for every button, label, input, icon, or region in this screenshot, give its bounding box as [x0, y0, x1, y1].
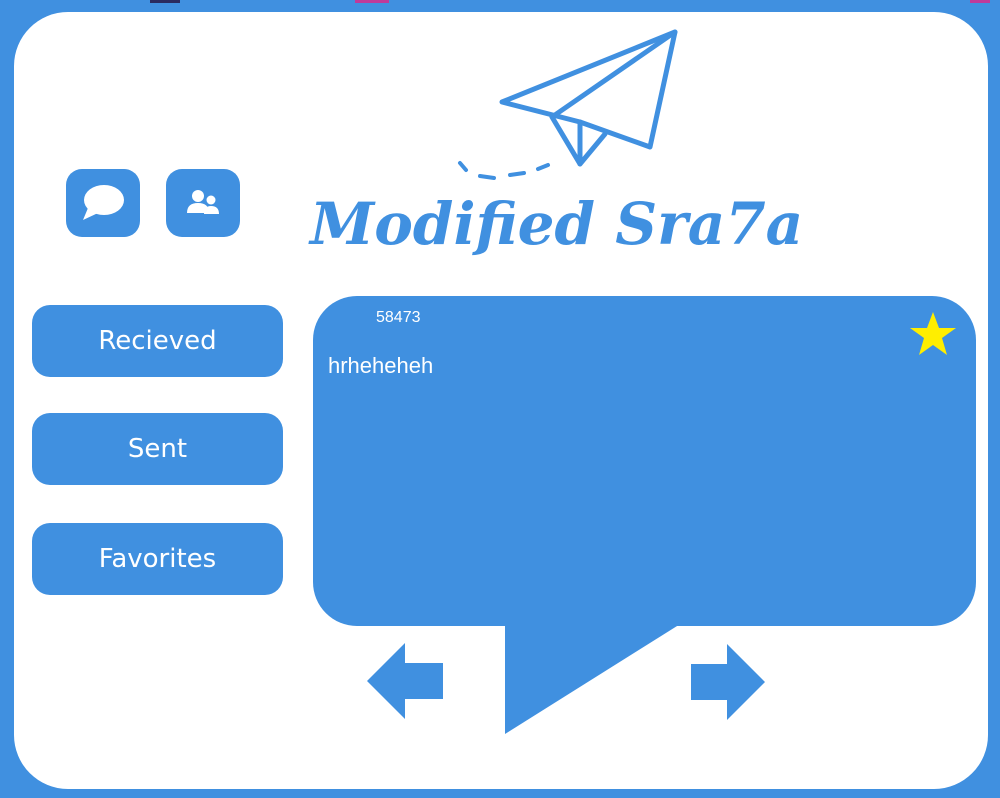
top-edge-marks	[150, 0, 990, 3]
users-icon	[187, 190, 219, 214]
plane-trail	[458, 161, 550, 180]
app-logo: Modified Sra7a	[308, 29, 803, 258]
paper-plane-icon	[499, 29, 678, 167]
received-button[interactable]: Recieved	[32, 305, 283, 377]
favorite-star-icon[interactable]	[908, 310, 958, 360]
app-title: Modified Sra7a	[308, 190, 803, 258]
chat-bubble-icon	[83, 185, 124, 220]
message-text: hrheheheh	[328, 353, 434, 378]
sent-button[interactable]: Sent	[32, 413, 283, 485]
favorites-button[interactable]: Favorites	[32, 523, 283, 595]
contacts-button[interactable]	[166, 169, 240, 237]
previous-arrow-icon[interactable]	[367, 643, 445, 719]
messages-button[interactable]	[66, 169, 140, 237]
message-id: 58473	[376, 309, 421, 326]
next-arrow-icon[interactable]	[691, 644, 769, 720]
